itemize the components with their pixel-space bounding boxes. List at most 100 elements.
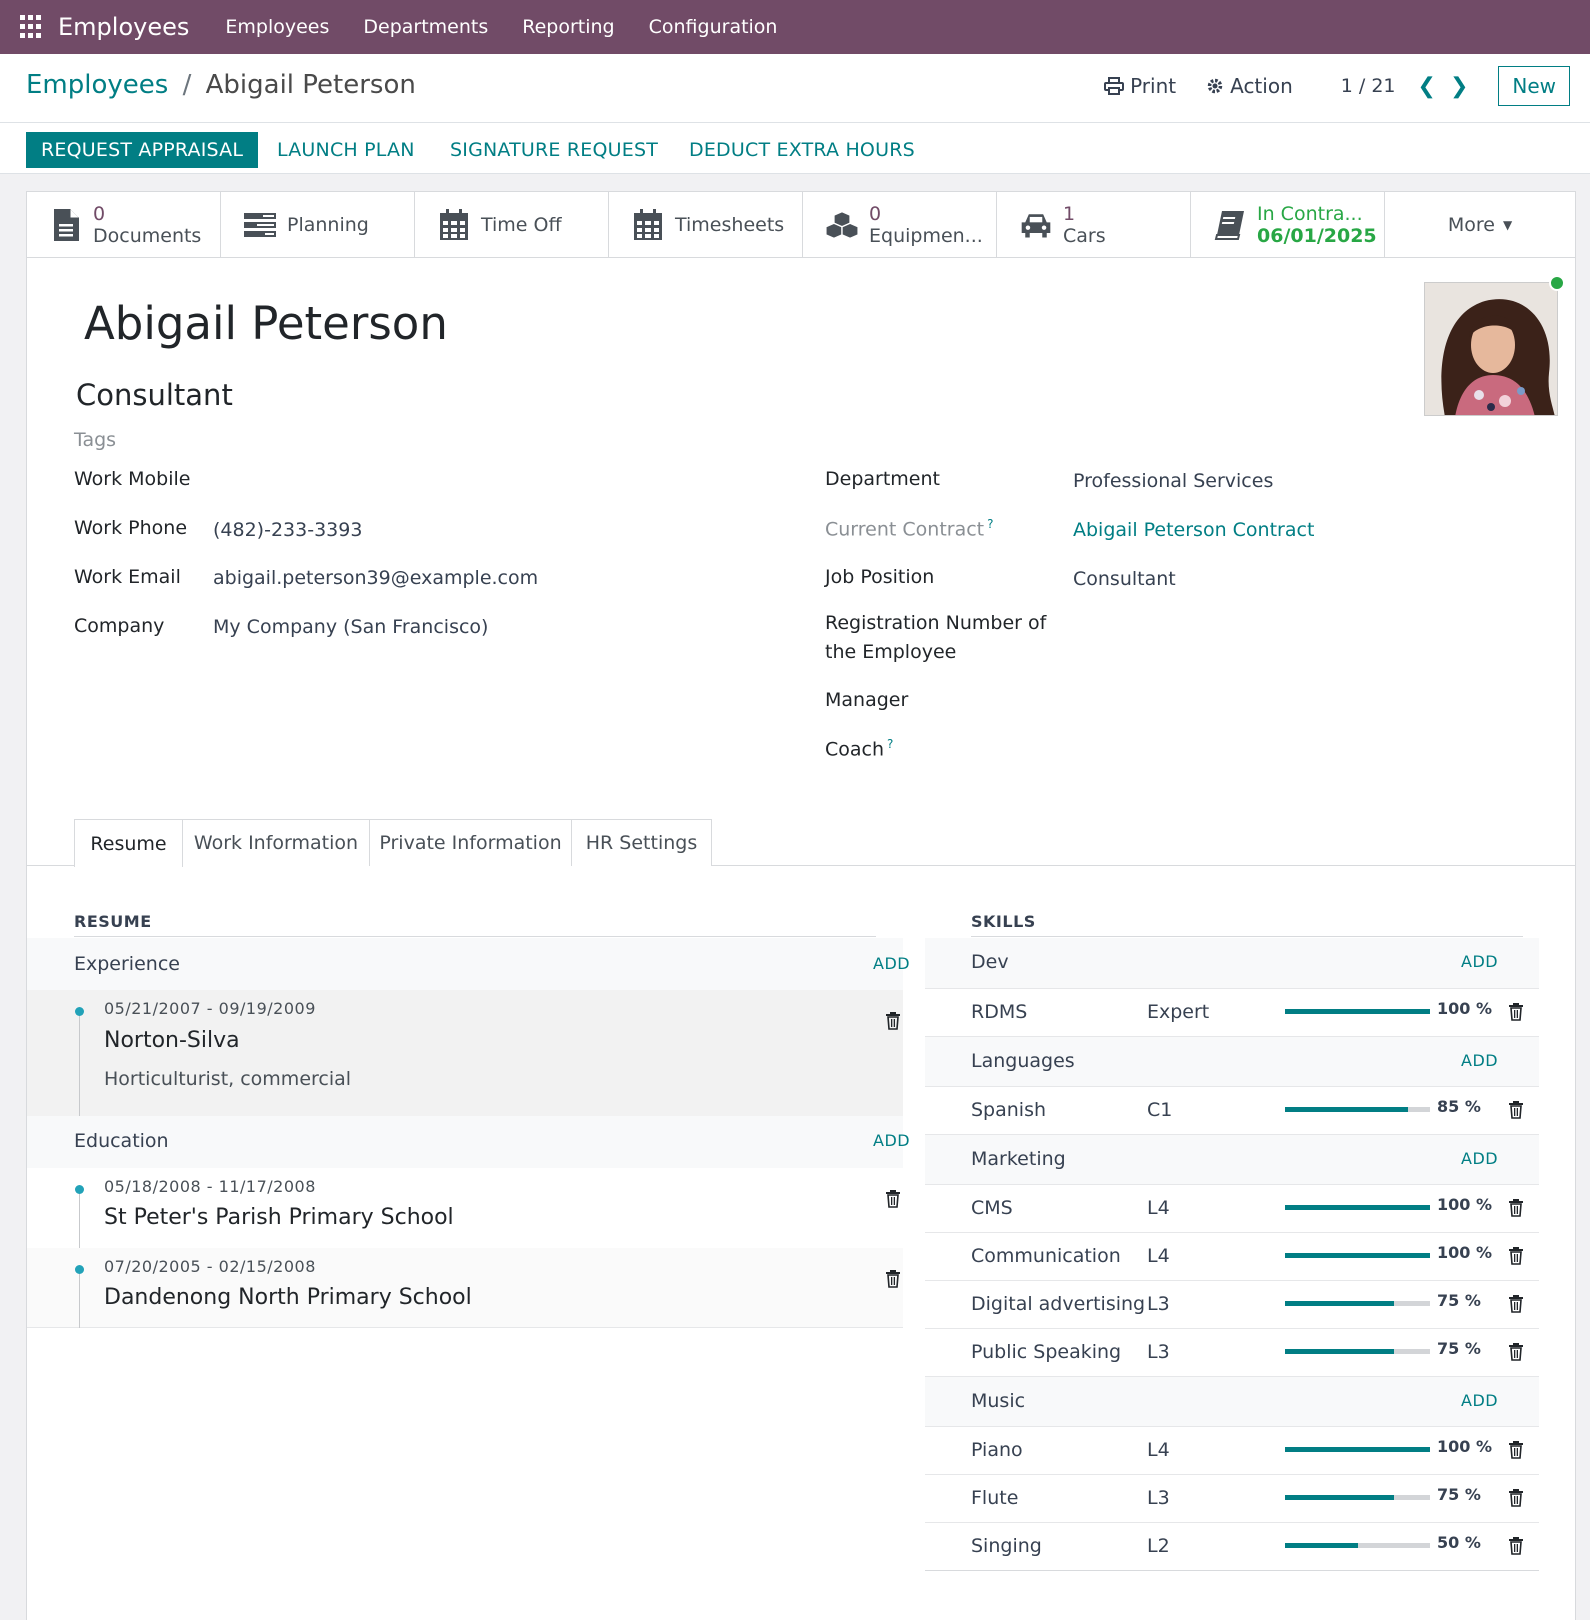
timesheets-smart-button[interactable]: Timesheets <box>609 192 803 258</box>
resume-name: Dandenong North Primary School <box>104 1285 472 1310</box>
skill-row[interactable]: Piano L4 100 % <box>925 1426 1539 1474</box>
trash-icon[interactable] <box>1508 1489 1524 1511</box>
add-skill-button[interactable]: ADD <box>1461 1391 1498 1410</box>
contract-date: 06/01/2025 <box>1257 225 1377 247</box>
trash-icon[interactable] <box>1508 1441 1524 1463</box>
launch-plan-button[interactable]: LAUNCH PLAN <box>262 132 430 168</box>
skill-group-title: Languages <box>971 1050 1075 1072</box>
department-value[interactable]: Professional Services <box>1073 470 1273 492</box>
trash-icon[interactable] <box>885 1190 901 1208</box>
deduct-extra-hours-button[interactable]: DEDUCT EXTRA HOURS <box>674 132 930 168</box>
smart-buttons: 0 Documents Planning Time Off Timesheets <box>27 192 1575 258</box>
trash-icon[interactable] <box>1508 1247 1524 1269</box>
skill-level: C1 <box>1147 1099 1173 1121</box>
current-contract-label: Current Contract? <box>825 517 994 540</box>
skill-row[interactable]: Communication L4 100 % <box>925 1232 1539 1280</box>
apps-menu-icon[interactable] <box>20 15 44 39</box>
add-skill-button[interactable]: ADD <box>1461 952 1498 971</box>
tab-private-information[interactable]: Private Information <box>369 819 572 866</box>
company-value[interactable]: My Company (San Francisco) <box>213 616 488 638</box>
add-education-button[interactable]: ADD <box>873 1131 910 1150</box>
tab-resume[interactable]: Resume <box>74 819 183 867</box>
trash-icon[interactable] <box>1508 1295 1524 1317</box>
new-button[interactable]: New <box>1498 66 1570 106</box>
print-button[interactable]: Print <box>1104 74 1176 98</box>
skill-row[interactable]: RDMS Expert 100 % <box>925 988 1539 1036</box>
documents-smart-button[interactable]: 0 Documents <box>27 192 221 258</box>
experience-group-title: Experience <box>74 953 180 975</box>
skill-row[interactable]: Public Speaking L3 75 % <box>925 1328 1539 1376</box>
action-button[interactable]: Action <box>1206 74 1293 98</box>
employee-job-title[interactable]: Consultant <box>76 378 233 412</box>
breadcrumb-employees-link[interactable]: Employees <box>26 70 168 100</box>
registration-label-line-2: the Employee <box>825 641 957 663</box>
menu-configuration[interactable]: Configuration <box>649 16 778 38</box>
skill-progress-fill <box>1285 1009 1430 1014</box>
skill-row[interactable]: Singing L2 50 % <box>925 1522 1539 1570</box>
add-skill-button[interactable]: ADD <box>1461 1149 1498 1168</box>
job-position-label: Job Position <box>825 566 935 588</box>
help-icon[interactable]: ? <box>887 737 893 751</box>
contract-smart-button[interactable]: In Contra... 06/01/2025 <box>1191 192 1385 258</box>
cars-smart-button[interactable]: 1 Cars <box>997 192 1191 258</box>
pager-previous-icon[interactable]: ❮ <box>1418 74 1436 99</box>
trash-icon[interactable] <box>1508 1343 1524 1365</box>
skill-row[interactable]: Spanish C1 85 % <box>925 1086 1539 1134</box>
breadcrumb-separator: / <box>182 70 192 100</box>
add-skill-button[interactable]: ADD <box>1461 1051 1498 1070</box>
skill-progress-percent: 100 % <box>1437 1195 1492 1214</box>
skill-row[interactable]: Digital advertising L3 75 % <box>925 1280 1539 1328</box>
add-experience-button[interactable]: ADD <box>873 954 910 973</box>
timeoff-smart-button[interactable]: Time Off <box>415 192 609 258</box>
skill-row[interactable]: CMS L4 100 % <box>925 1184 1539 1232</box>
planning-label: Planning <box>287 214 369 236</box>
skills-divider <box>971 936 1523 937</box>
work-email-value[interactable]: abigail.peterson39@example.com <box>213 567 538 589</box>
equipment-smart-button[interactable]: 0 Equipmen... <box>803 192 997 258</box>
planning-smart-button[interactable]: Planning <box>221 192 415 258</box>
menu-employees[interactable]: Employees <box>225 16 329 38</box>
request-appraisal-button[interactable]: REQUEST APPRAISAL <box>26 132 259 168</box>
app-title[interactable]: Employees <box>58 13 189 41</box>
employee-name[interactable]: Abigail Peterson <box>84 297 448 350</box>
trash-icon[interactable] <box>885 1012 901 1030</box>
signature-request-button[interactable]: SIGNATURE REQUEST <box>435 132 673 168</box>
skill-row[interactable]: Flute L3 75 % <box>925 1474 1539 1522</box>
skill-progress-bar <box>1285 1009 1430 1014</box>
current-contract-link[interactable]: Abigail Peterson Contract <box>1073 519 1314 541</box>
avatar[interactable] <box>1424 282 1558 416</box>
timeline-line <box>79 1274 80 1328</box>
skill-level: L4 <box>1147 1439 1170 1461</box>
skill-level: Expert <box>1147 1001 1210 1023</box>
menu-departments[interactable]: Departments <box>363 16 488 38</box>
skill-level: L3 <box>1147 1487 1170 1509</box>
skill-progress-bar <box>1285 1543 1430 1548</box>
skill-name: Communication <box>971 1245 1121 1267</box>
skill-name: CMS <box>971 1197 1013 1219</box>
trash-icon[interactable] <box>1508 1199 1524 1221</box>
pager-value[interactable]: 1 / 21 <box>1341 75 1396 97</box>
tab-hr-settings[interactable]: HR Settings <box>571 819 712 866</box>
pager-next-icon[interactable]: ❯ <box>1450 74 1468 99</box>
job-position-value[interactable]: Consultant <box>1073 568 1176 590</box>
skill-progress-fill <box>1285 1107 1409 1112</box>
trash-icon[interactable] <box>1508 1101 1524 1123</box>
trash-icon[interactable] <box>1508 1003 1524 1025</box>
trash-icon[interactable] <box>1508 1537 1524 1559</box>
tab-work-information[interactable]: Work Information <box>182 819 370 866</box>
skill-group-header: Languages ADD <box>925 1036 1539 1086</box>
work-email-label: Work Email <box>74 566 181 588</box>
trash-icon[interactable] <box>885 1270 901 1288</box>
calendar-icon <box>631 208 665 242</box>
contract-status: In Contra... <box>1257 203 1363 225</box>
work-phone-value[interactable]: (482)-233-3393 <box>213 519 362 541</box>
more-smart-button[interactable]: More ▼ <box>1385 192 1575 258</box>
tags-field[interactable]: Tags <box>74 429 116 451</box>
presence-status-icon <box>1549 275 1565 291</box>
cars-label: Cars <box>1063 225 1106 247</box>
skill-progress-bar <box>1285 1107 1430 1112</box>
top-navbar: Employees Employees Departments Reportin… <box>0 0 1590 54</box>
menu-reporting[interactable]: Reporting <box>522 16 614 38</box>
help-icon[interactable]: ? <box>987 517 993 531</box>
more-label: More <box>1447 214 1495 236</box>
